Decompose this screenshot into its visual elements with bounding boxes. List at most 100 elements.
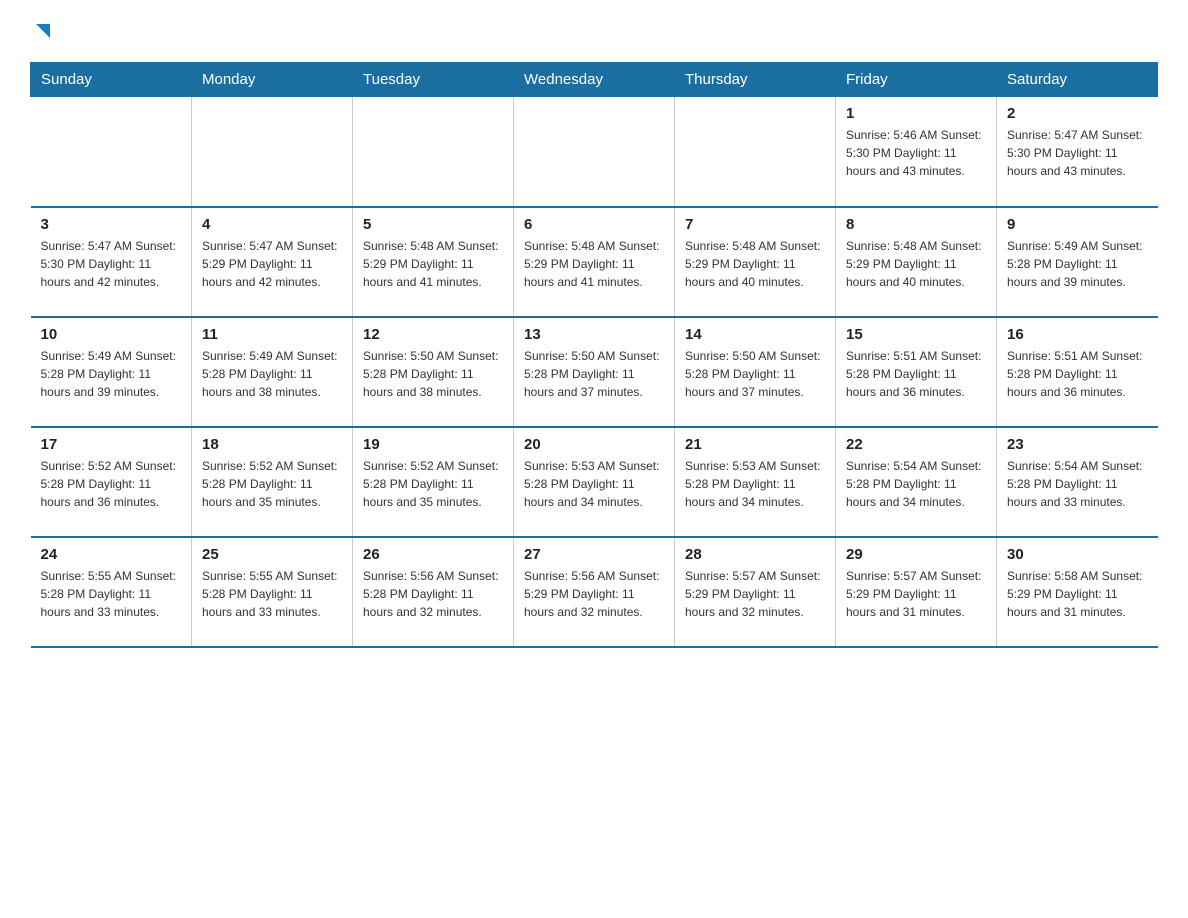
day-info: Sunrise: 5:55 AM Sunset: 5:28 PM Dayligh… [41, 567, 182, 621]
weekday-header-monday: Monday [192, 63, 353, 97]
calendar-cell: 22 Sunrise: 5:54 AM Sunset: 5:28 PM Dayli… [836, 427, 997, 537]
day-number: 28 [685, 546, 825, 563]
calendar-cell: 10 Sunrise: 5:49 AM Sunset: 5:28 PM Dayli… [31, 317, 192, 427]
day-number: 3 [41, 216, 182, 233]
calendar-cell: 24Sunrise: 5:55 AM Sunset: 5:28 PM Dayli… [31, 537, 192, 647]
day-info: Sunrise: 5:50 AM Sunset: 5:28 PM Dayligh… [685, 347, 825, 401]
calendar-cell [31, 97, 192, 207]
calendar-cell [353, 97, 514, 207]
day-info: Sunrise: 5:52 AM Sunset: 5:28 PM Dayligh… [363, 457, 503, 511]
day-number: 10 [41, 326, 182, 343]
calendar-cell: 14 Sunrise: 5:50 AM Sunset: 5:28 PM Dayli… [675, 317, 836, 427]
day-number: 27 [524, 546, 664, 563]
calendar-cell: 9 Sunrise: 5:49 AM Sunset: 5:28 PM Daylig… [997, 207, 1158, 317]
day-info: Sunrise: 5:49 AM Sunset: 5:28 PM Dayligh… [1007, 237, 1148, 291]
day-info: Sunrise: 5:47 AM Sunset: 5:30 PM Dayligh… [41, 237, 182, 291]
day-number: 6 [524, 216, 664, 233]
calendar-cell: 18 Sunrise: 5:52 AM Sunset: 5:28 PM Dayli… [192, 427, 353, 537]
day-info: Sunrise: 5:47 AM Sunset: 5:29 PM Dayligh… [202, 237, 342, 291]
day-info: Sunrise: 5:57 AM Sunset: 5:29 PM Dayligh… [685, 567, 825, 621]
calendar-week-4: 17 Sunrise: 5:52 AM Sunset: 5:28 PM Dayli… [31, 427, 1158, 537]
calendar-cell: 17 Sunrise: 5:52 AM Sunset: 5:28 PM Dayli… [31, 427, 192, 537]
day-info: Sunrise: 5:48 AM Sunset: 5:29 PM Dayligh… [363, 237, 503, 291]
day-info: Sunrise: 5:50 AM Sunset: 5:28 PM Dayligh… [363, 347, 503, 401]
calendar-cell: 19 Sunrise: 5:52 AM Sunset: 5:28 PM Dayli… [353, 427, 514, 537]
day-number: 13 [524, 326, 664, 343]
calendar-cell: 13 Sunrise: 5:50 AM Sunset: 5:28 PM Dayli… [514, 317, 675, 427]
calendar-cell: 30Sunrise: 5:58 AM Sunset: 5:29 PM Dayli… [997, 537, 1158, 647]
day-number: 4 [202, 216, 342, 233]
weekday-header-row: SundayMondayTuesdayWednesdayThursdayFrid… [31, 63, 1158, 97]
day-info: Sunrise: 5:53 AM Sunset: 5:28 PM Dayligh… [685, 457, 825, 511]
logo-triangle-icon [32, 20, 54, 42]
day-number: 16 [1007, 326, 1148, 343]
day-info: Sunrise: 5:56 AM Sunset: 5:29 PM Dayligh… [524, 567, 664, 621]
day-number: 11 [202, 326, 342, 343]
calendar-cell: 1 Sunrise: 5:46 AM Sunset: 5:30 PM Daylig… [836, 97, 997, 207]
calendar-body: 1 Sunrise: 5:46 AM Sunset: 5:30 PM Daylig… [31, 97, 1158, 647]
calendar-cell: 20 Sunrise: 5:53 AM Sunset: 5:28 PM Dayli… [514, 427, 675, 537]
calendar-cell: 6 Sunrise: 5:48 AM Sunset: 5:29 PM Daylig… [514, 207, 675, 317]
calendar-table: SundayMondayTuesdayWednesdayThursdayFrid… [30, 62, 1158, 648]
day-info: Sunrise: 5:46 AM Sunset: 5:30 PM Dayligh… [846, 126, 986, 180]
day-info: Sunrise: 5:47 AM Sunset: 5:30 PM Dayligh… [1007, 126, 1148, 180]
calendar-cell: 16 Sunrise: 5:51 AM Sunset: 5:28 PM Dayli… [997, 317, 1158, 427]
day-info: Sunrise: 5:49 AM Sunset: 5:28 PM Dayligh… [202, 347, 342, 401]
day-info: Sunrise: 5:53 AM Sunset: 5:28 PM Dayligh… [524, 457, 664, 511]
day-info: Sunrise: 5:51 AM Sunset: 5:28 PM Dayligh… [1007, 347, 1148, 401]
calendar-week-5: 24Sunrise: 5:55 AM Sunset: 5:28 PM Dayli… [31, 537, 1158, 647]
weekday-header-sunday: Sunday [31, 63, 192, 97]
day-info: Sunrise: 5:48 AM Sunset: 5:29 PM Dayligh… [524, 237, 664, 291]
calendar-cell: 8 Sunrise: 5:48 AM Sunset: 5:29 PM Daylig… [836, 207, 997, 317]
logo [30, 20, 54, 42]
day-info: Sunrise: 5:54 AM Sunset: 5:28 PM Dayligh… [846, 457, 986, 511]
day-number: 8 [846, 216, 986, 233]
calendar-week-2: 3 Sunrise: 5:47 AM Sunset: 5:30 PM Daylig… [31, 207, 1158, 317]
calendar-cell: 3 Sunrise: 5:47 AM Sunset: 5:30 PM Daylig… [31, 207, 192, 317]
day-number: 12 [363, 326, 503, 343]
day-info: Sunrise: 5:54 AM Sunset: 5:28 PM Dayligh… [1007, 457, 1148, 511]
calendar-cell: 15 Sunrise: 5:51 AM Sunset: 5:28 PM Dayli… [836, 317, 997, 427]
day-number: 7 [685, 216, 825, 233]
day-info: Sunrise: 5:56 AM Sunset: 5:28 PM Dayligh… [363, 567, 503, 621]
day-info: Sunrise: 5:50 AM Sunset: 5:28 PM Dayligh… [524, 347, 664, 401]
day-info: Sunrise: 5:49 AM Sunset: 5:28 PM Dayligh… [41, 347, 182, 401]
calendar-cell: 29Sunrise: 5:57 AM Sunset: 5:29 PM Dayli… [836, 537, 997, 647]
day-number: 22 [846, 436, 986, 453]
calendar-cell [514, 97, 675, 207]
calendar-cell: 27 Sunrise: 5:56 AM Sunset: 5:29 PM Dayli… [514, 537, 675, 647]
day-number: 21 [685, 436, 825, 453]
day-info: Sunrise: 5:57 AM Sunset: 5:29 PM Dayligh… [846, 567, 986, 621]
calendar-cell: 5Sunrise: 5:48 AM Sunset: 5:29 PM Daylig… [353, 207, 514, 317]
day-info: Sunrise: 5:52 AM Sunset: 5:28 PM Dayligh… [41, 457, 182, 511]
calendar-cell: 7Sunrise: 5:48 AM Sunset: 5:29 PM Daylig… [675, 207, 836, 317]
day-number: 9 [1007, 216, 1148, 233]
day-number: 15 [846, 326, 986, 343]
weekday-header-saturday: Saturday [997, 63, 1158, 97]
day-number: 17 [41, 436, 182, 453]
day-number: 18 [202, 436, 342, 453]
page-header [30, 20, 1158, 42]
day-number: 14 [685, 326, 825, 343]
day-info: Sunrise: 5:51 AM Sunset: 5:28 PM Dayligh… [846, 347, 986, 401]
day-info: Sunrise: 5:55 AM Sunset: 5:28 PM Dayligh… [202, 567, 342, 621]
calendar-week-3: 10 Sunrise: 5:49 AM Sunset: 5:28 PM Dayli… [31, 317, 1158, 427]
calendar-cell [192, 97, 353, 207]
calendar-cell: 21 Sunrise: 5:53 AM Sunset: 5:28 PM Dayli… [675, 427, 836, 537]
calendar-cell: 23 Sunrise: 5:54 AM Sunset: 5:28 PM Dayli… [997, 427, 1158, 537]
day-number: 2 [1007, 105, 1148, 122]
day-info: Sunrise: 5:52 AM Sunset: 5:28 PM Dayligh… [202, 457, 342, 511]
calendar-cell: 2 Sunrise: 5:47 AM Sunset: 5:30 PM Daylig… [997, 97, 1158, 207]
day-number: 1 [846, 105, 986, 122]
calendar-cell: 11 Sunrise: 5:49 AM Sunset: 5:28 PM Dayli… [192, 317, 353, 427]
calendar-cell: 4 Sunrise: 5:47 AM Sunset: 5:29 PM Daylig… [192, 207, 353, 317]
calendar-header: SundayMondayTuesdayWednesdayThursdayFrid… [31, 63, 1158, 97]
calendar-cell: 28 Sunrise: 5:57 AM Sunset: 5:29 PM Dayli… [675, 537, 836, 647]
day-number: 25 [202, 546, 342, 563]
day-number: 23 [1007, 436, 1148, 453]
day-info: Sunrise: 5:48 AM Sunset: 5:29 PM Dayligh… [846, 237, 986, 291]
calendar-cell: 25 Sunrise: 5:55 AM Sunset: 5:28 PM Dayli… [192, 537, 353, 647]
day-number: 20 [524, 436, 664, 453]
weekday-header-friday: Friday [836, 63, 997, 97]
day-number: 19 [363, 436, 503, 453]
